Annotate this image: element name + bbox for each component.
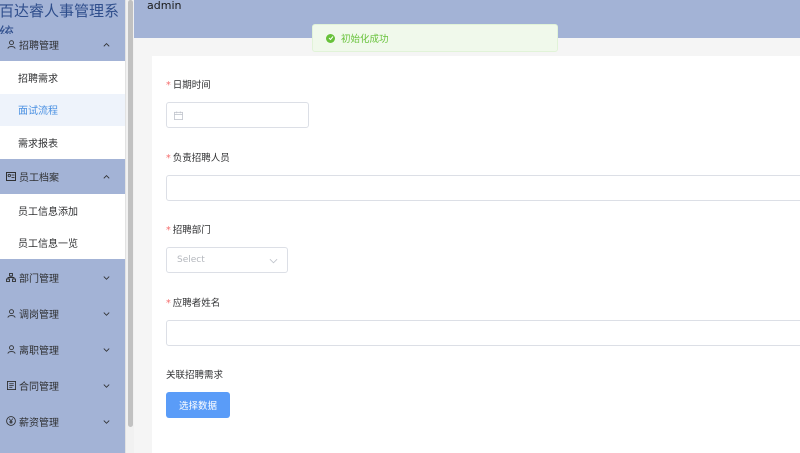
chevron-down-icon [103,348,110,352]
menu-group-employee-files[interactable]: 员工档案 [0,159,125,193]
user-icon [6,308,16,318]
department-label: * 招聘部门 [166,225,211,236]
toast-message: 初始化成功 [341,34,389,45]
applicant-label: * 应聘者姓名 [166,298,221,309]
sidebar-item-employee-add[interactable]: 员工信息添加 [0,194,125,227]
check-circle-icon [326,33,335,43]
chevron-down-icon [103,420,110,424]
chevron-down-icon [269,258,278,264]
sidebar-scrollbar[interactable] [125,0,134,453]
menu-group-label: 薪资管理 [19,417,59,429]
sidebar-item-recruitment-demand[interactable]: 招聘需求 [0,61,125,94]
menu-group-salary[interactable]: 薪资管理 [0,404,125,438]
chevron-down-icon [103,312,110,316]
user-icon [6,344,16,354]
user-icon [6,39,16,49]
chevron-up-icon [103,42,110,47]
menu-group-department[interactable]: 部门管理 [0,260,125,294]
yen-icon [6,416,16,426]
menu-group-contract[interactable]: 合同管理 [0,368,125,402]
applicant-name-input[interactable] [166,320,800,346]
menu-group-label: 合同管理 [19,381,59,393]
chevron-up-icon [103,174,110,179]
menu-group-label: 员工档案 [19,172,59,184]
menu-group-label: 招聘管理 [19,40,59,52]
sidebar-item-interview-process[interactable]: 面试流程 [0,93,125,126]
scrollbar-thumb[interactable] [128,0,133,427]
menu-group-transfer[interactable]: 调岗管理 [0,296,125,330]
chevron-down-icon [103,384,110,388]
menu-group-recruitment[interactable]: 招聘管理 [0,27,125,61]
date-label: * 日期时间 [166,80,211,91]
main-content [134,38,800,453]
sidebar-item-demand-report[interactable]: 需求报表 [0,126,125,159]
username[interactable]: admin [147,0,181,12]
related-demand-label: 关联招聘需求 [166,370,224,381]
document-icon [6,380,16,390]
menu-group-resignation[interactable]: 离职管理 [0,332,125,366]
submenu-employee-files: 员工信息添加 员工信息一览 [0,194,125,259]
sidebar: 百达睿人事管理系统 招聘管理 招聘需求 面试流程 需求报表 员工档案 员工信息添… [0,0,125,453]
select-data-button[interactable]: 选择数据 [166,392,230,418]
menu-group-label: 部门管理 [19,273,59,285]
success-toast: 初始化成功 [312,24,558,52]
recruiter-input[interactable] [166,175,800,201]
calendar-icon [174,111,183,120]
department-select-placeholder: Select [177,255,205,265]
submenu-recruitment: 招聘需求 面试流程 需求报表 [0,61,125,159]
date-picker-input[interactable] [166,102,309,128]
org-chart-icon [6,272,16,282]
sidebar-item-employee-list[interactable]: 员工信息一览 [0,227,125,260]
recruiter-label: * 负责招聘人员 [166,153,230,164]
id-card-icon [6,171,16,181]
department-select[interactable]: Select [166,247,288,273]
menu-group-label: 离职管理 [19,345,59,357]
chevron-down-icon [103,276,110,280]
menu-group-label: 调岗管理 [19,309,59,321]
